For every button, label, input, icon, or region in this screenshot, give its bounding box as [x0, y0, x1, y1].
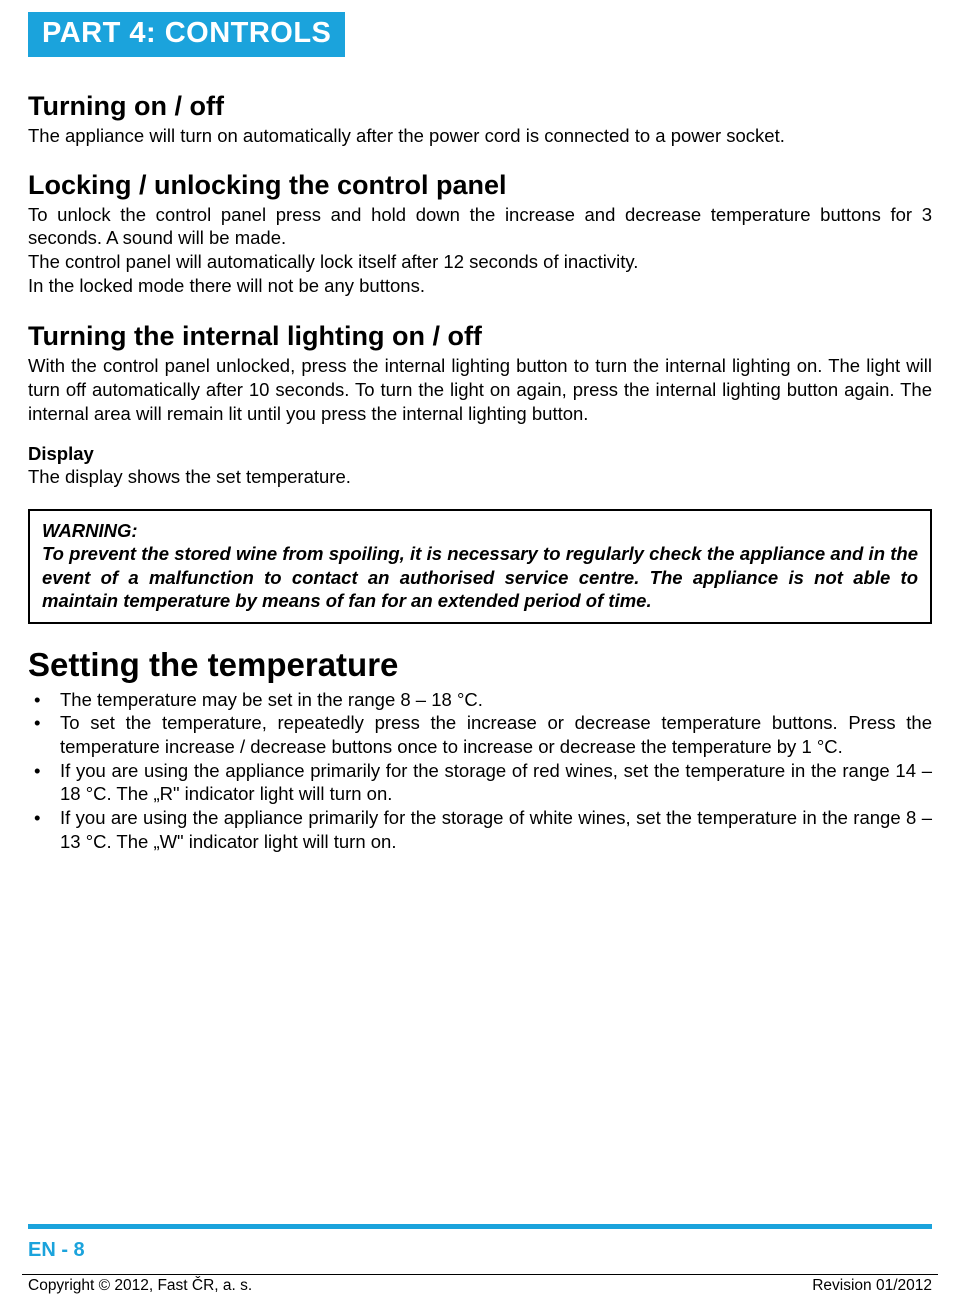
heading-locking: Locking / unlocking the control panel [28, 170, 932, 201]
body-lighting: With the control panel unlocked, press t… [28, 354, 932, 425]
list-item: To set the temperature, repeatedly press… [52, 711, 932, 758]
body-locking-2: The control panel will automatically loc… [28, 250, 932, 274]
footer-rule [28, 1224, 932, 1229]
body-locking-1: To unlock the control panel press and ho… [28, 203, 932, 250]
list-item: The temperature may be set in the range … [52, 688, 932, 712]
copyright-text: Copyright © 2012, Fast ČR, a. s. [28, 1277, 252, 1295]
revision-text: Revision 01/2012 [812, 1277, 932, 1295]
warning-label: WARNING: [42, 520, 918, 542]
warning-box: WARNING: To prevent the stored wine from… [28, 509, 932, 623]
heading-lighting: Turning the internal lighting on / off [28, 321, 932, 352]
body-display: The display shows the set temperature. [28, 465, 932, 489]
part-banner: PART 4: CONTROLS [28, 12, 345, 57]
heading-setting-temp: Setting the temperature [28, 646, 932, 684]
body-locking-3: In the locked mode there will not be any… [28, 274, 932, 298]
heading-turning-on-off: Turning on / off [28, 91, 932, 122]
warning-body: To prevent the stored wine from spoiling… [42, 542, 918, 612]
page-footer: EN - 8 Copyright © 2012, Fast ČR, a. s. … [28, 1224, 932, 1295]
page-number: EN - 8 [28, 1239, 932, 1262]
list-item: If you are using the appliance primarily… [52, 806, 932, 853]
list-item: If you are using the appliance primarily… [52, 759, 932, 806]
heading-display: Display [28, 443, 932, 465]
setting-temp-list: The temperature may be set in the range … [28, 688, 932, 854]
body-turning: The appliance will turn on automatically… [28, 124, 932, 148]
